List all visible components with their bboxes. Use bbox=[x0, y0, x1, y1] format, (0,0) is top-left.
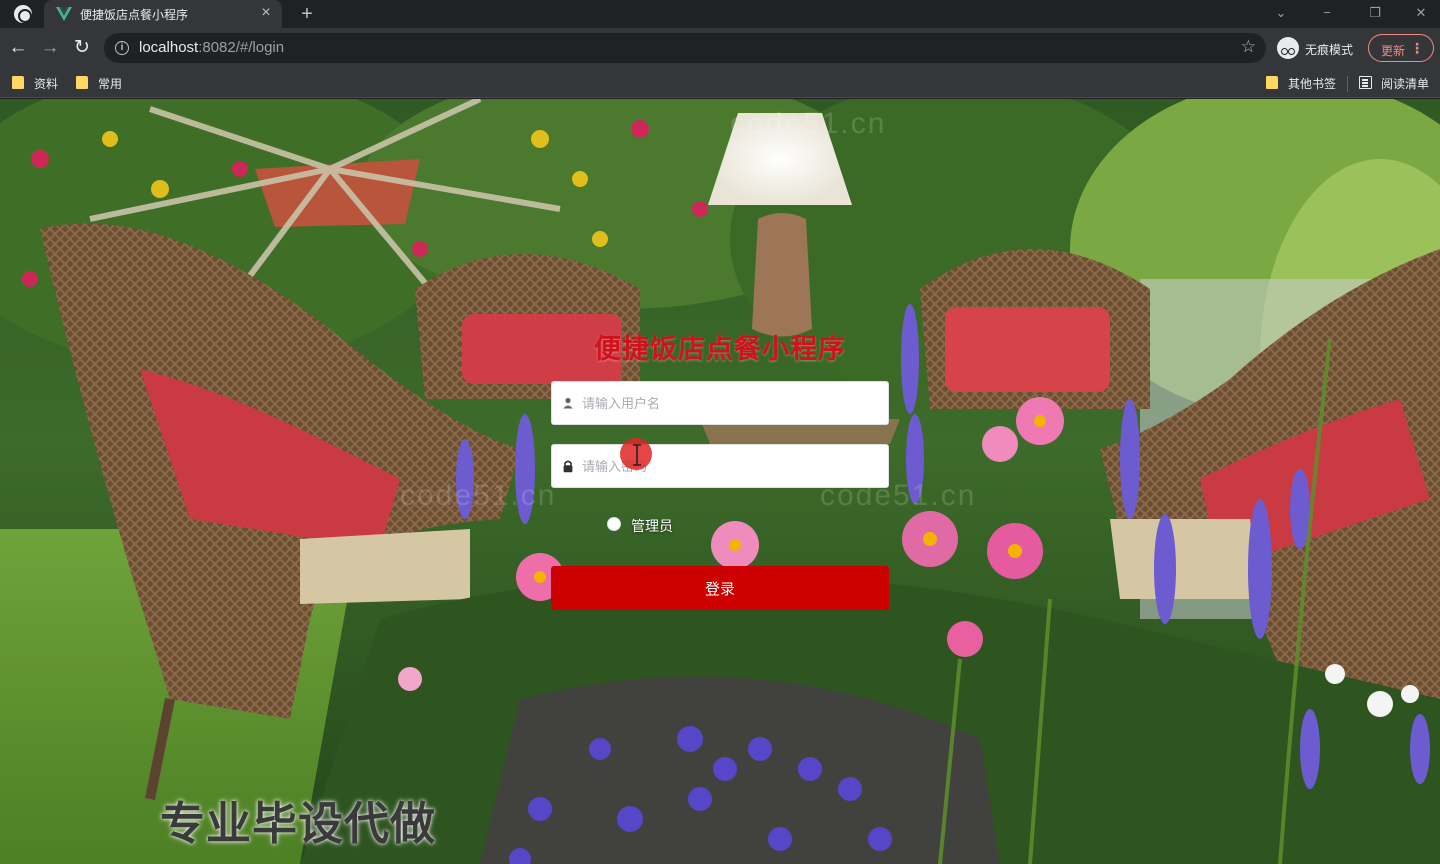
folder-icon bbox=[1266, 76, 1278, 89]
lock-icon bbox=[563, 460, 573, 473]
folder-icon bbox=[76, 76, 88, 89]
tab-strip: 便捷饭店点餐小程序 × + ⌄ − ❐ ✕ bbox=[0, 0, 1440, 28]
restore-icon[interactable]: ❐ bbox=[1362, 2, 1388, 24]
menu-kebab-icon: ⋮ bbox=[1410, 40, 1424, 56]
incognito-label[interactable]: 无痕模式 bbox=[1305, 41, 1353, 58]
vue-logo-icon bbox=[56, 7, 72, 21]
watermark: code51.cn bbox=[400, 479, 557, 512]
folder-icon bbox=[12, 76, 24, 89]
password-field[interactable] bbox=[551, 444, 889, 488]
bookmark-divider bbox=[1347, 76, 1348, 92]
user-icon bbox=[563, 397, 573, 409]
page-viewport: code51.cn code51.cn code51.cn 便捷饭店点餐小程序 … bbox=[0, 99, 1440, 864]
tab-close-icon[interactable]: × bbox=[258, 5, 274, 21]
tab-title: 便捷饭店点餐小程序 bbox=[80, 8, 189, 22]
site-info-icon[interactable]: i bbox=[115, 41, 129, 55]
bookmark-label: 常用 bbox=[98, 77, 123, 91]
new-tab-icon[interactable]: + bbox=[296, 3, 318, 25]
bookmarks-bar: 资料 常用 其他书签 阅读清单 bbox=[0, 68, 1440, 98]
url-host: localhost bbox=[139, 39, 199, 56]
back-icon[interactable]: ← bbox=[6, 36, 30, 60]
minimize-icon[interactable]: − bbox=[1314, 2, 1340, 24]
role-radio-admin[interactable] bbox=[607, 517, 621, 531]
reload-icon[interactable]: ↻ bbox=[70, 36, 94, 60]
username-field[interactable] bbox=[551, 381, 889, 425]
page-title: 便捷饭店点餐小程序 bbox=[594, 334, 846, 364]
bookmark-label: 资料 bbox=[34, 77, 59, 91]
browser-toolbar: ← → ↻ i localhost:8082/#/login ☆ 无痕模式 更新… bbox=[0, 28, 1440, 68]
bookmark-label: 其他书签 bbox=[1288, 77, 1337, 91]
forward-icon[interactable]: → bbox=[38, 36, 62, 60]
browser-globe-icon[interactable] bbox=[14, 5, 32, 23]
watermark: code51.cn bbox=[730, 107, 887, 140]
address-bar[interactable]: i localhost:8082/#/login ☆ bbox=[104, 33, 1266, 63]
promo-watermark: 专业毕设代做 bbox=[160, 798, 437, 849]
tab-search-icon[interactable]: ⌄ bbox=[1268, 2, 1294, 24]
role-label-admin[interactable]: 管理员 bbox=[631, 516, 673, 536]
username-input[interactable] bbox=[582, 382, 882, 424]
url-text[interactable]: localhost:8082/#/login bbox=[139, 39, 284, 56]
url-path: :8082/#/login bbox=[198, 39, 285, 56]
text-cursor-icon bbox=[633, 444, 641, 466]
update-label: 更新 bbox=[1381, 44, 1406, 58]
incognito-icon[interactable] bbox=[1277, 37, 1299, 59]
bookmark-star-icon[interactable]: ☆ bbox=[1241, 37, 1256, 57]
reading-list-label: 阅读清单 bbox=[1381, 77, 1430, 91]
login-button[interactable]: 登录 bbox=[551, 566, 889, 610]
reading-list-icon bbox=[1359, 76, 1372, 89]
update-button[interactable]: 更新 ⋮ bbox=[1368, 34, 1434, 62]
tab-active[interactable]: 便捷饭店点餐小程序 × bbox=[44, 0, 282, 28]
close-window-icon[interactable]: ✕ bbox=[1408, 2, 1434, 24]
